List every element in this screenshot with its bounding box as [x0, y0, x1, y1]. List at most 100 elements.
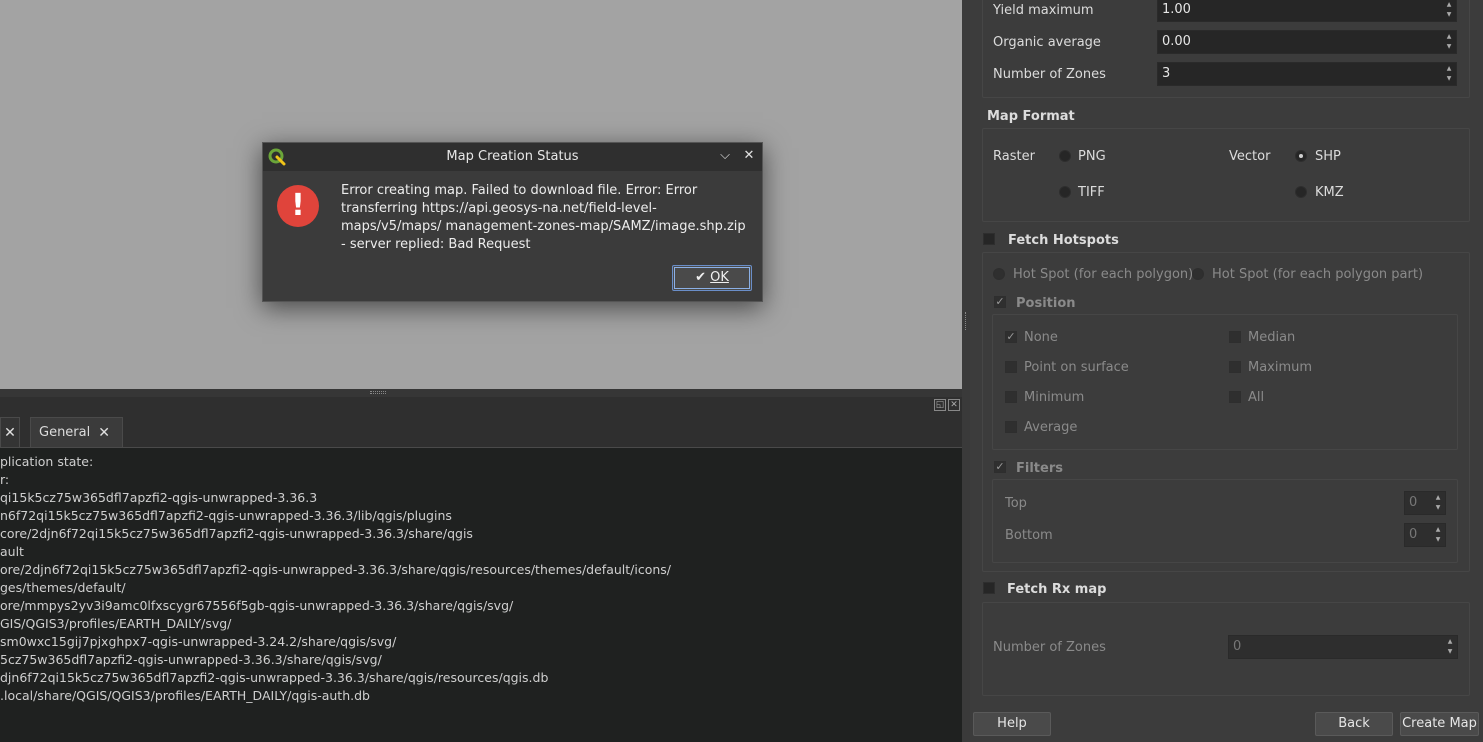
- position-label: Position: [1016, 296, 1076, 311]
- chevron-down-icon[interactable]: ⌵: [717, 148, 733, 164]
- bottom-value: 0: [1409, 527, 1418, 542]
- organic-avg-spinbox[interactable]: 0.00 ▲ ▼: [1157, 30, 1457, 54]
- filters-checkbox[interactable]: ✓: [994, 461, 1006, 473]
- median-label: Median: [1248, 330, 1296, 345]
- spin-arrows-icon[interactable]: ▲ ▼: [1445, 638, 1455, 656]
- bottom-label: Bottom: [1005, 528, 1053, 543]
- yield-max-value: 1.00: [1162, 2, 1191, 17]
- tiff-label: TIFF: [1078, 185, 1105, 200]
- raster-label: Raster: [993, 149, 1035, 164]
- vertical-splitter[interactable]: [962, 0, 970, 742]
- tab-label: General: [39, 425, 91, 440]
- all-label: All: [1248, 390, 1265, 405]
- yield-max-spinbox[interactable]: 1.00 ▲ ▼: [1157, 0, 1457, 22]
- splitter-grip-icon: [965, 312, 967, 330]
- maximum-label: Maximum: [1248, 360, 1313, 375]
- spin-arrows-icon[interactable]: ▲ ▼: [1433, 526, 1443, 544]
- png-radio[interactable]: [1059, 150, 1071, 162]
- all-checkbox[interactable]: [1229, 391, 1241, 403]
- num-zones-value: 3: [1162, 66, 1171, 81]
- fetch-rx-checkbox[interactable]: [983, 582, 995, 594]
- hotspot-part-radio[interactable]: [1192, 268, 1204, 280]
- map-creation-status-dialog: Map Creation Status ⌵ ✕ ! Error creating…: [262, 142, 763, 302]
- dialog-title: Map Creation Status: [446, 149, 579, 164]
- close-dock-icon[interactable]: ✕: [948, 399, 960, 411]
- hotspot-polygon-radio[interactable]: [993, 268, 1005, 280]
- filters-label: Filters: [1016, 461, 1063, 476]
- top-label: Top: [1005, 496, 1027, 511]
- rx-zones-value: 0: [1233, 639, 1242, 654]
- error-icon: !: [277, 185, 319, 227]
- position-checkbox[interactable]: ✓: [994, 296, 1006, 308]
- dialog-titlebar[interactable]: Map Creation Status ⌵ ✕: [263, 143, 762, 171]
- create-map-button[interactable]: Create Map: [1400, 712, 1479, 736]
- map-format-group: [982, 128, 1470, 222]
- log-messages-panel: ◱ ✕ ✕ General ✕ plication state: r: qi15…: [0, 397, 962, 742]
- tiff-radio[interactable]: [1059, 186, 1071, 198]
- maximum-checkbox[interactable]: [1229, 361, 1241, 373]
- log-line: ore/mmpys2yv3i9amc0lfxscygr67556f5gb-qgi…: [0, 598, 514, 613]
- log-line: 5cz75w365dfl7apzfi2-qgis-unwrapped-3.36.…: [0, 652, 382, 667]
- none-checkbox[interactable]: ✓: [1005, 331, 1017, 343]
- log-line: sm0wxc15gij7pjxghpx7-qgis-unwrapped-3.24…: [0, 634, 397, 649]
- minimum-label: Minimum: [1024, 390, 1085, 405]
- organic-avg-value: 0.00: [1162, 34, 1191, 49]
- log-tabs: ✕ General ✕: [0, 417, 123, 447]
- point-surface-label: Point on surface: [1024, 360, 1129, 375]
- help-button[interactable]: Help: [973, 712, 1051, 736]
- shp-radio[interactable]: [1295, 150, 1307, 162]
- spin-arrows-icon[interactable]: ▲ ▼: [1433, 494, 1443, 512]
- dock-buttons: ◱ ✕: [934, 399, 960, 411]
- fetch-hotspots-checkbox[interactable]: [983, 233, 995, 245]
- log-line: GIS/QGIS3/profiles/EARTH_DAILY/svg/: [0, 616, 232, 631]
- organic-avg-label: Organic average: [993, 35, 1101, 50]
- top-spinbox[interactable]: 0 ▲ ▼: [1404, 491, 1446, 515]
- ok-label: OK: [710, 270, 729, 285]
- tab-general[interactable]: General ✕: [30, 417, 123, 447]
- checkmark-icon: ✔: [695, 270, 706, 285]
- tab-close-icon[interactable]: ✕: [98, 425, 110, 441]
- qgis-window: ◱ ✕ ✕ General ✕ plication state: r: qi15…: [0, 0, 1483, 742]
- yield-max-label: Yield maximum: [993, 3, 1094, 18]
- log-line: djn6f72qi15k5cz75w365dfl7apzfi2-qgis-unw…: [0, 670, 549, 685]
- hotspot-polygon-label: Hot Spot (for each polygon): [1013, 267, 1194, 282]
- none-label: None: [1024, 330, 1058, 345]
- rx-zones-spinbox[interactable]: 0 ▲ ▼: [1228, 635, 1458, 659]
- log-line: ges/themes/default/: [0, 580, 126, 595]
- minimum-checkbox[interactable]: [1005, 391, 1017, 403]
- top-value: 0: [1409, 495, 1418, 510]
- float-dock-icon[interactable]: ◱: [934, 399, 946, 411]
- spin-arrows-icon[interactable]: ▲ ▼: [1444, 33, 1454, 51]
- spin-arrows-icon[interactable]: ▲ ▼: [1444, 1, 1454, 19]
- median-checkbox[interactable]: [1229, 331, 1241, 343]
- spin-arrows-icon[interactable]: ▲ ▼: [1444, 65, 1454, 83]
- num-zones-label: Number of Zones: [993, 67, 1106, 82]
- average-label: Average: [1024, 420, 1078, 435]
- log-line: core/2djn6f72qi15k5cz75w365dfl7apzfi2-qg…: [0, 526, 473, 541]
- horizontal-splitter[interactable]: [0, 389, 962, 397]
- map-format-title: Map Format: [987, 109, 1075, 124]
- log-line: .local/share/QGIS/QGIS3/profiles/EARTH_D…: [0, 688, 370, 703]
- log-line: r:: [0, 472, 10, 487]
- ok-button[interactable]: ✔ OK: [672, 265, 752, 291]
- plugin-panel: Yield maximum 1.00 ▲ ▼ Organic average 0.…: [970, 0, 1483, 742]
- log-line: ault: [0, 544, 24, 559]
- log-line: qi15k5cz75w365dfl7apzfi2-qgis-unwrapped-…: [0, 490, 318, 505]
- filters-group: [992, 479, 1458, 563]
- log-text-area[interactable]: plication state: r: qi15k5cz75w365dfl7ap…: [0, 447, 962, 742]
- back-button[interactable]: Back: [1315, 712, 1393, 736]
- fetch-rx-label: Fetch Rx map: [1007, 582, 1107, 597]
- tab-close-icon[interactable]: ✕: [4, 425, 16, 441]
- num-zones-spinbox[interactable]: 3 ▲ ▼: [1157, 62, 1457, 86]
- average-checkbox[interactable]: [1005, 421, 1017, 433]
- kmz-radio[interactable]: [1295, 186, 1307, 198]
- log-line: n6f72qi15k5cz75w365dfl7apzfi2-qgis-unwra…: [0, 508, 452, 523]
- bottom-spinbox[interactable]: 0 ▲ ▼: [1404, 523, 1446, 547]
- splitter-grip-icon: [370, 391, 386, 394]
- png-label: PNG: [1078, 149, 1106, 164]
- log-line: plication state:: [0, 454, 94, 469]
- fetch-hotspots-label: Fetch Hotspots: [1008, 233, 1119, 248]
- tab-previous[interactable]: ✕: [0, 417, 20, 447]
- point-surface-checkbox[interactable]: [1005, 361, 1017, 373]
- close-icon[interactable]: ✕: [741, 148, 757, 164]
